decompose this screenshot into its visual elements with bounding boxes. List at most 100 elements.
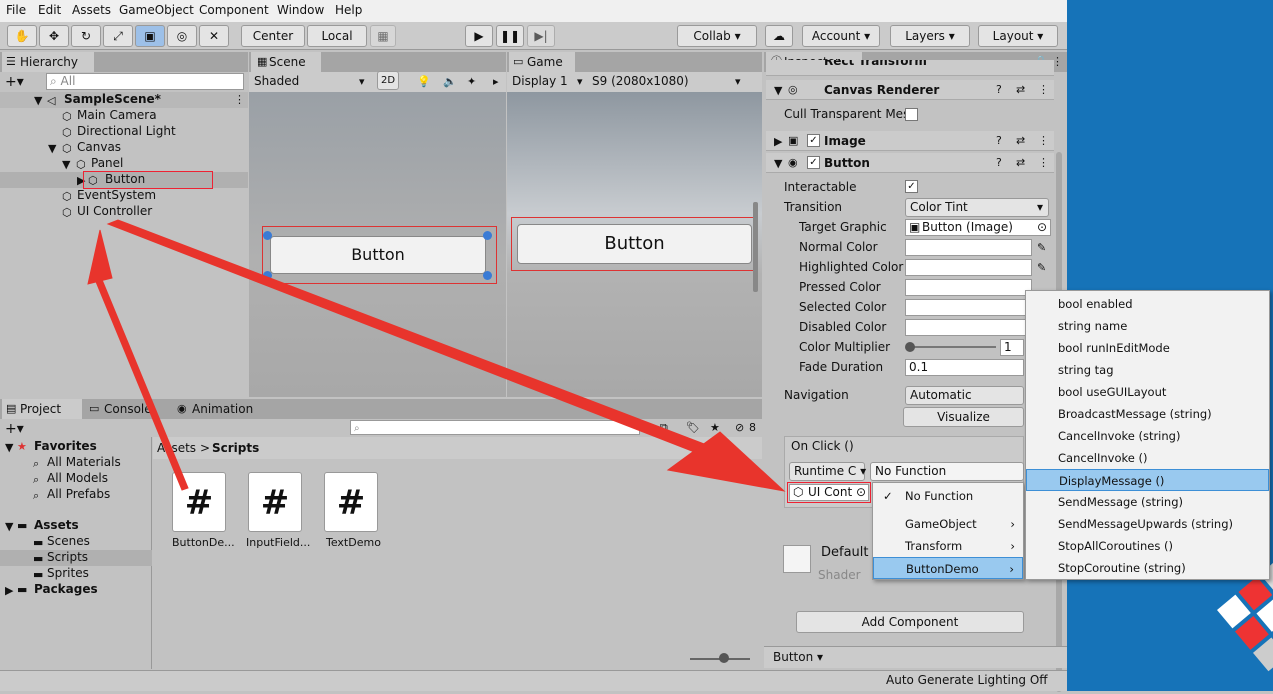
cull-checkbox[interactable]	[905, 108, 918, 121]
cloud-icon[interactable]: ☁	[765, 25, 793, 47]
add-icon[interactable]: +▾	[5, 422, 24, 436]
component-image[interactable]: ▶ ▣ ✓ Image ? ⇄ ⋮	[766, 131, 1054, 151]
add-component-button[interactable]: Add Component	[796, 611, 1024, 633]
eyedropper-icon[interactable]: ✎	[1037, 242, 1046, 253]
expand-arrow-icon[interactable]: ▶	[5, 585, 13, 596]
transform-tool-icon[interactable]: ◎	[167, 25, 197, 47]
menu-file[interactable]: File	[6, 3, 26, 17]
favorite-icon[interactable]: ★	[710, 422, 720, 433]
rect-handle[interactable]	[263, 231, 272, 240]
fav-all-prefabs[interactable]: All Prefabs	[47, 487, 110, 501]
folder-scripts[interactable]: Scripts	[47, 550, 88, 564]
layers-dropdown[interactable]: Layers ▾	[890, 25, 970, 47]
multiplier-slider-thumb[interactable]	[905, 342, 915, 352]
normal-color-field[interactable]	[905, 239, 1032, 256]
footer-object-dropdown[interactable]: Button ▾	[773, 650, 823, 664]
menu-item-method[interactable]: SendMessageUpwards (string)	[1026, 513, 1269, 535]
menu-edit[interactable]: Edit	[38, 3, 61, 17]
account-dropdown[interactable]: Account ▾	[802, 25, 880, 47]
menu-item-display-message[interactable]: DisplayMessage ()	[1026, 469, 1269, 491]
resolution-dropdown[interactable]: S9 (2080x1080)	[592, 74, 689, 88]
hierarchy-item-ui-controller[interactable]: UI Controller	[77, 204, 152, 218]
breadcrumb-scripts[interactable]: Scripts	[212, 441, 259, 455]
component-canvas-renderer[interactable]: ▼ ◎ Canvas Renderer ? ⇄ ⋮	[766, 80, 1054, 100]
zoom-slider-thumb[interactable]	[719, 653, 729, 663]
menu-item-method[interactable]: StopCoroutine (string)	[1026, 557, 1269, 579]
breadcrumb-assets[interactable]: Assets	[157, 441, 196, 455]
folder-scenes[interactable]: Scenes	[47, 534, 90, 548]
expand-arrow-icon[interactable]: ▼	[48, 143, 56, 154]
move-tool-icon[interactable]: ✥	[39, 25, 69, 47]
expand-arrow-icon[interactable]: ▼	[5, 442, 13, 453]
menu-item-gameobject[interactable]: GameObject ›	[873, 513, 1023, 535]
rect-handle[interactable]	[483, 231, 492, 240]
expand-arrow-icon[interactable]: ▼	[62, 159, 70, 170]
snap-icon[interactable]: ▦	[370, 25, 396, 47]
highlighted-color-field[interactable]	[905, 259, 1032, 276]
menu-item-buttondemo[interactable]: ButtonDemo ›	[873, 557, 1023, 579]
hierarchy-item-main-camera[interactable]: Main Camera	[77, 108, 157, 122]
hierarchy-search-input[interactable]: ⌕ All	[46, 73, 244, 90]
project-search-input[interactable]: ⌕	[350, 420, 640, 435]
rect-handle[interactable]	[483, 271, 492, 280]
visualize-button[interactable]: Visualize	[903, 407, 1024, 427]
menu-item-no-function[interactable]: ✓ No Function	[873, 485, 1023, 507]
menu-assets[interactable]: Assets	[72, 3, 111, 17]
filter-type-icon[interactable]: ⧉	[660, 422, 668, 433]
menu-item-method[interactable]: CancelInvoke (string)	[1026, 425, 1269, 447]
scale-tool-icon[interactable]: ⤢	[103, 25, 133, 47]
tab-animation[interactable]: Animation	[174, 399, 264, 419]
hierarchy-item-panel[interactable]: Panel	[91, 156, 123, 170]
hierarchy-item-eventsystem[interactable]: EventSystem	[77, 188, 156, 202]
expand-arrow-icon[interactable]: ▼	[5, 521, 13, 532]
menu-item-method[interactable]: bool useGUILayout	[1026, 381, 1269, 403]
menu-item-method[interactable]: string name	[1026, 315, 1269, 337]
rect-handle[interactable]	[263, 271, 272, 280]
hand-tool-icon[interactable]: ✋	[7, 25, 37, 47]
menu-window[interactable]: Window	[277, 3, 324, 17]
selected-color-field[interactable]	[905, 299, 1032, 316]
hierarchy-item-canvas[interactable]: Canvas	[77, 140, 121, 154]
component-button[interactable]: ▼ ◉ ✓ Button ? ⇄ ⋮	[766, 153, 1054, 173]
shading-mode-dropdown[interactable]: Shaded	[254, 74, 299, 88]
script-file-icon[interactable]: #	[172, 472, 226, 532]
multiplier-slider[interactable]	[910, 346, 996, 348]
eyedropper-icon[interactable]: ✎	[1037, 262, 1046, 273]
menu-item-method[interactable]: string tag	[1026, 359, 1269, 381]
display-dropdown[interactable]: Display 1	[512, 74, 568, 88]
add-icon[interactable]: +▾	[5, 75, 24, 89]
runtime-dropdown[interactable]: Runtime C ▾	[789, 462, 866, 481]
interactable-checkbox[interactable]: ✓	[905, 180, 918, 193]
scrollbar[interactable]	[753, 202, 758, 292]
script-file-icon[interactable]: #	[324, 472, 378, 532]
custom-tool-icon[interactable]: ✕	[199, 25, 229, 47]
menu-item-method[interactable]: SendMessage (string)	[1026, 491, 1269, 513]
light-icon[interactable]: 💡	[417, 76, 431, 87]
menu-help[interactable]: Help	[335, 3, 362, 17]
menu-item-transform[interactable]: Transform ›	[873, 535, 1023, 557]
hierarchy-item-directional-light[interactable]: Directional Light	[77, 124, 176, 138]
menu-item-method[interactable]: CancelInvoke ()	[1026, 447, 1269, 469]
more-icon[interactable]: ⋮	[234, 94, 245, 105]
menu-gameobject[interactable]: GameObject	[119, 3, 194, 17]
navigation-dropdown[interactable]: Automatic	[905, 386, 1024, 405]
pivot-center-toggle[interactable]: Center	[241, 25, 305, 47]
packages-folder[interactable]: Packages	[34, 582, 98, 596]
2d-toggle[interactable]: 2D	[377, 71, 399, 90]
disabled-color-field[interactable]	[905, 319, 1032, 336]
rect-tool-icon[interactable]: ▣	[135, 25, 165, 47]
component-rect-transform[interactable]: Rect Transform	[766, 60, 1054, 76]
layout-dropdown[interactable]: Layout ▾	[978, 25, 1058, 47]
fade-duration-input[interactable]: 0.1	[905, 359, 1024, 376]
fav-all-materials[interactable]: All Materials	[47, 455, 121, 469]
menu-item-method[interactable]: bool runInEditMode	[1026, 337, 1269, 359]
multiplier-input[interactable]: 1	[1000, 339, 1024, 356]
expand-arrow-icon[interactable]: ▼	[34, 95, 42, 106]
menu-item-method[interactable]: BroadcastMessage (string)	[1026, 403, 1269, 425]
play-button[interactable]: ▶	[465, 25, 493, 47]
rotate-tool-icon[interactable]: ↻	[71, 25, 101, 47]
filter-label-icon[interactable]: 🏷	[686, 422, 700, 433]
target-graphic-field[interactable]: Button (Image) ▣ ⊙	[905, 219, 1051, 236]
audio-icon[interactable]: 🔈	[443, 76, 457, 87]
menu-component[interactable]: Component	[199, 3, 269, 17]
